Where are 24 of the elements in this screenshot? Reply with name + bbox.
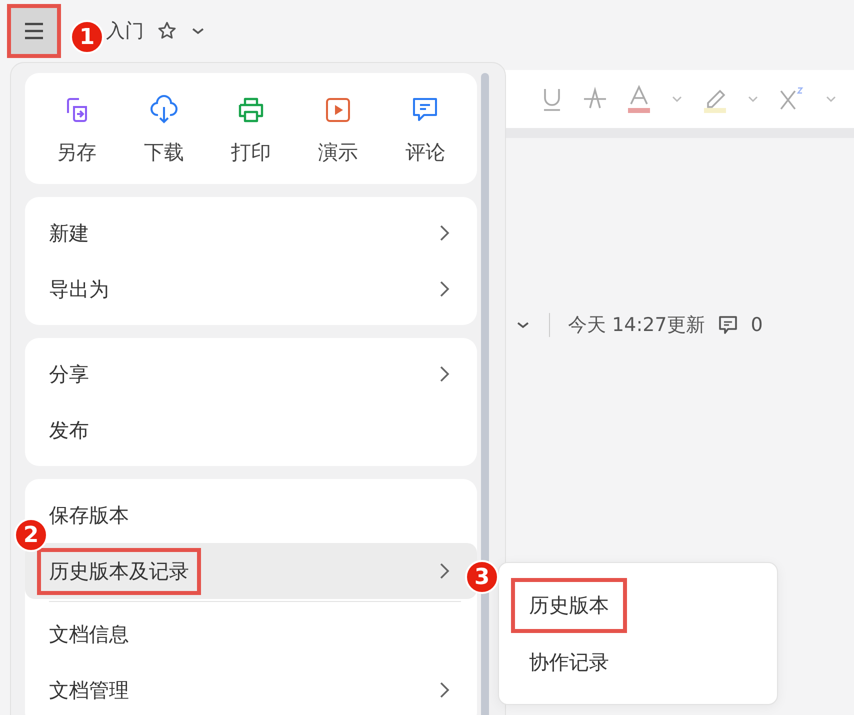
menu-item[interactable]: 导出为 [49,261,477,317]
download-icon [148,95,179,125]
menu-item[interactable]: 保存版本 [49,487,477,543]
menu-item[interactable]: 文档信息 [49,606,477,662]
submenu-item[interactable]: 历史版本 [499,577,777,634]
quick-action[interactable]: 另存 [56,95,97,166]
step-badge: 1 [70,20,104,54]
font-color-icon[interactable] [626,85,652,113]
comment-count: 0 [750,314,763,336]
menu-button[interactable] [10,7,58,55]
menu-icon [23,21,45,41]
document-title: 入门 [106,19,144,44]
update-time: 今天 14:27更新 [568,313,705,338]
quick-action[interactable]: 下载 [144,95,184,166]
menu-item[interactable]: 发布 [49,402,477,458]
menu-item[interactable]: 新建 [49,205,477,261]
menu-item[interactable]: 历史版本及记录 [25,543,477,599]
quick-action[interactable]: 打印 [230,95,271,166]
submenu-item[interactable]: 协作记录 [499,634,777,691]
menu-item[interactable]: 分享 [49,346,477,402]
comment-icon[interactable] [716,314,739,336]
menu-item[interactable]: 文档管理 [49,662,477,715]
quick-action[interactable]: 演示 [318,95,358,166]
quick-action[interactable]: 评论 [405,95,446,166]
